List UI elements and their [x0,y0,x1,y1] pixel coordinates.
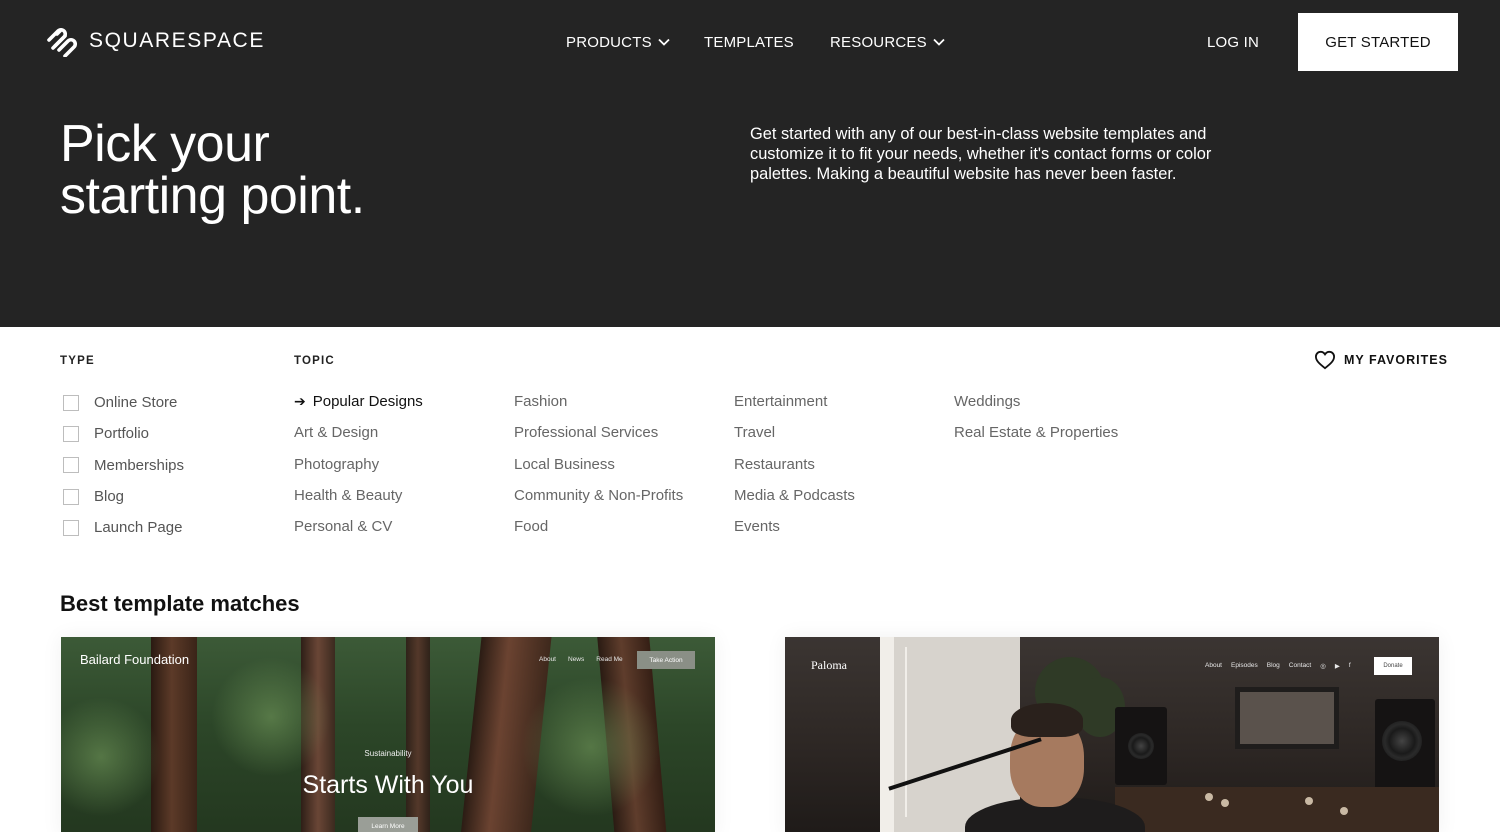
template-nav-item: News [568,656,585,663]
desk [1115,787,1439,832]
speaker-cone [1128,733,1154,759]
section-title: Best template matches [60,591,300,616]
template-nav: About Episodes Blog Contact ◎ ▶ f [1205,662,1351,670]
topic-real-estate-properties[interactable]: Real Estate & Properties [954,417,1118,448]
hero-section: SQUARESPACE PRODUCTS TEMPLATES RESOURCES… [0,0,1500,327]
login-link[interactable]: LOG IN [1207,30,1259,54]
topic-media-podcasts[interactable]: Media & Podcasts [734,480,855,511]
type-option-memberships[interactable]: Memberships [63,450,184,481]
type-option-launch-page[interactable]: Launch Page [63,512,184,543]
template-action-button: Take Action [637,651,695,669]
template-brand: Paloma [811,658,847,672]
topic-weddings[interactable]: Weddings [954,386,1118,417]
hero-description: Get started with any of our best-in-clas… [750,125,1212,183]
checkbox[interactable] [63,394,79,411]
instagram-icon: ◎ [1320,663,1326,670]
facebook-icon: f [1348,662,1351,669]
topic-personal-cv[interactable]: Personal & CV [294,511,423,542]
page-title-line-2: starting point. [60,167,365,225]
knob [1221,799,1229,807]
checkbox[interactable] [63,519,79,536]
knob [1205,793,1213,801]
template-nav-item: About [1205,662,1222,669]
nav-products-label: PRODUCTS [566,33,652,51]
topic-popular-designs[interactable]: ➔ Popular Designs [294,386,423,417]
speaker-cone [1382,721,1422,761]
type-option-online-store[interactable]: Online Store [63,387,184,418]
type-filter-list: Online Store Portfolio Memberships Blog … [63,387,184,543]
topic-art-design[interactable]: Art & Design [294,417,423,448]
template-nav-item: Episodes [1231,662,1258,669]
topic-events[interactable]: Events [734,511,855,542]
topic-fashion[interactable]: Fashion [514,386,683,417]
squarespace-logo[interactable]: SQUARESPACE [41,25,265,57]
template-nav: About News Read Me [539,656,623,663]
template-card-paloma[interactable]: Paloma About Episodes Blog Contact ◎ ▶ f… [785,637,1439,832]
checkbox[interactable] [63,457,79,474]
foliage [211,657,331,777]
type-option-label: Portfolio [94,425,150,443]
heart-icon [1314,350,1336,370]
template-nav-item: Blog [1266,662,1280,669]
template-nav-item: Contact [1288,662,1312,669]
topic-professional-services[interactable]: Professional Services [514,417,683,448]
template-action-button: Donate [1374,657,1412,675]
template-nav-item: About [539,656,556,663]
nav-resources[interactable]: RESOURCES [830,30,945,54]
nav-resources-label: RESOURCES [830,33,927,51]
page-title: Pick your starting point. [60,118,560,222]
topic-column-2: Fashion Professional Services Local Busi… [514,386,683,542]
youtube-icon: ▶ [1334,663,1340,670]
chevron-down-icon [658,38,670,46]
studio-monitor [1235,687,1339,749]
page-title-line-1: Pick your [60,115,270,173]
type-option-portfolio[interactable]: Portfolio [63,418,184,449]
nav-templates[interactable]: TEMPLATES [704,30,794,54]
nav-templates-label: TEMPLATES [704,33,794,51]
squarespace-logo-icon [47,27,78,57]
template-nav-item: Read Me [596,656,623,663]
topic-photography[interactable]: Photography [294,449,423,480]
type-option-label: Memberships [94,456,185,474]
chevron-down-icon [933,38,945,46]
window-frame [905,647,907,817]
template-kicker: Sustainability [364,749,412,758]
type-option-blog[interactable]: Blog [63,481,184,512]
get-started-button[interactable]: GET STARTED [1298,13,1458,71]
person-hair [1011,703,1083,737]
topic-health-beauty[interactable]: Health & Beauty [294,480,423,511]
topic-column-4: Weddings Real Estate & Properties [954,386,1118,449]
topic-filter-heading: TOPIC [294,355,335,367]
type-option-label: Blog [94,488,125,506]
knob [1340,807,1348,815]
template-headline: Starts With You [302,771,474,799]
topic-column-1: ➔ Popular Designs Art & Design Photograp… [294,386,423,542]
topic-local-business[interactable]: Local Business [514,449,683,480]
topic-label: Popular Designs [312,393,423,411]
topic-community-non-profits[interactable]: Community & Non-Profits [514,480,683,511]
knob [1305,797,1313,805]
brand-name: SQUARESPACE [89,29,265,52]
type-option-label: Launch Page [94,519,183,537]
my-favorites-label: MY FAVORITES [1344,353,1448,367]
arrow-right-icon: ➔ [294,393,306,410]
tree-trunk [406,637,430,832]
nav-products[interactable]: PRODUCTS [566,30,670,54]
checkbox[interactable] [63,425,79,442]
topic-travel[interactable]: Travel [734,417,855,448]
template-secondary-button: Learn More [358,817,418,832]
template-card-bailard-foundation[interactable]: Bailard Foundation About News Read Me Ta… [61,637,715,832]
topic-entertainment[interactable]: Entertainment [734,386,855,417]
type-filter-heading: TYPE [60,355,95,367]
topic-restaurants[interactable]: Restaurants [734,449,855,480]
template-brand: Bailard Foundation [80,652,190,667]
checkbox[interactable] [63,488,79,505]
topic-food[interactable]: Food [514,511,683,542]
type-option-label: Online Store [94,394,178,412]
topic-column-3: Entertainment Travel Restaurants Media &… [734,386,855,542]
my-favorites-button[interactable]: MY FAVORITES [1314,350,1448,370]
